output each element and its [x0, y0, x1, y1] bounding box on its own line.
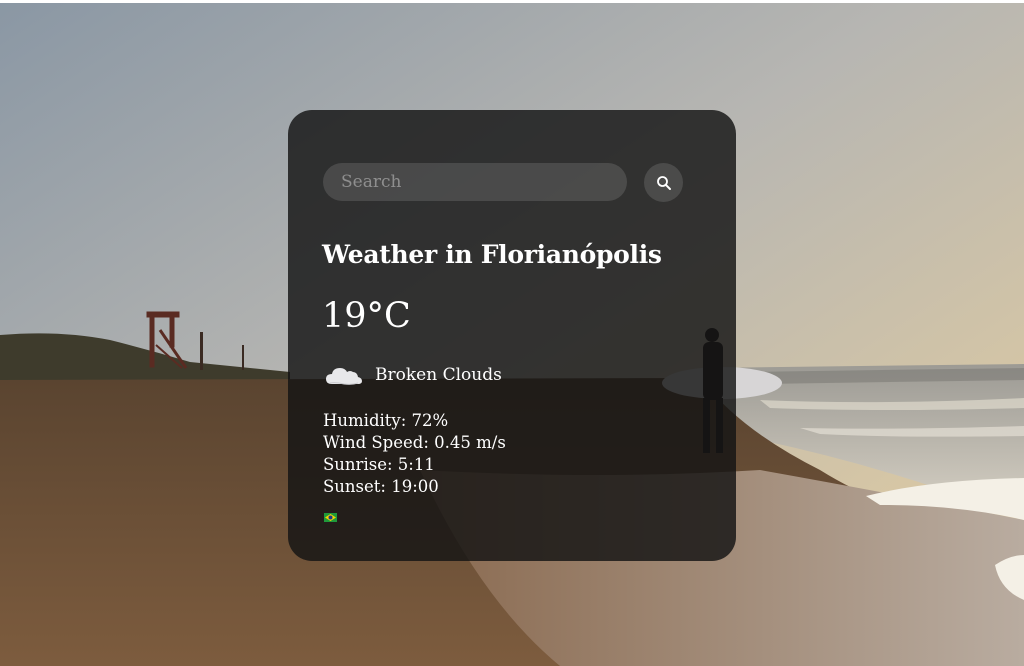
- city-title: Weather in Florianópolis: [322, 240, 662, 269]
- humidity: Humidity: 72%: [323, 411, 449, 430]
- wind-speed: Wind Speed: 0.45 m/s: [323, 433, 506, 452]
- weather-description: Broken Clouds: [375, 365, 502, 385]
- weather-card: Weather in Florianópolis 19°C Broken Clo…: [288, 110, 736, 561]
- weather-condition: Broken Clouds: [324, 360, 502, 390]
- brazil-flag-icon: [324, 513, 337, 522]
- cloud-icon: [326, 368, 362, 385]
- search-bar: [323, 163, 683, 202]
- sunset: Sunset: 19:00: [323, 477, 439, 496]
- search-icon: [656, 175, 671, 190]
- sunrise: Sunrise: 5:11: [323, 455, 435, 474]
- search-button[interactable]: [644, 163, 683, 202]
- search-input[interactable]: [323, 163, 627, 201]
- weather-details: Humidity: 72% Wind Speed: 0.45 m/s Sunri…: [323, 410, 506, 498]
- temperature: 19°C: [322, 296, 411, 336]
